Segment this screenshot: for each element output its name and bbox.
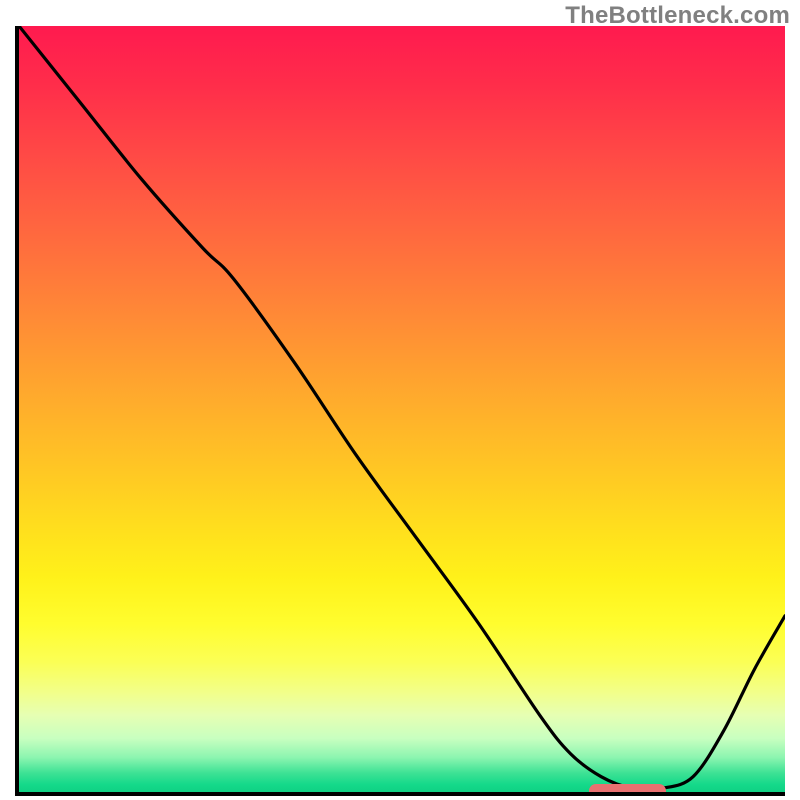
optimal-range-marker xyxy=(589,784,666,796)
chart-canvas: TheBottleneck.com xyxy=(0,0,800,800)
plot-area xyxy=(15,26,785,796)
background-gradient xyxy=(19,26,785,792)
